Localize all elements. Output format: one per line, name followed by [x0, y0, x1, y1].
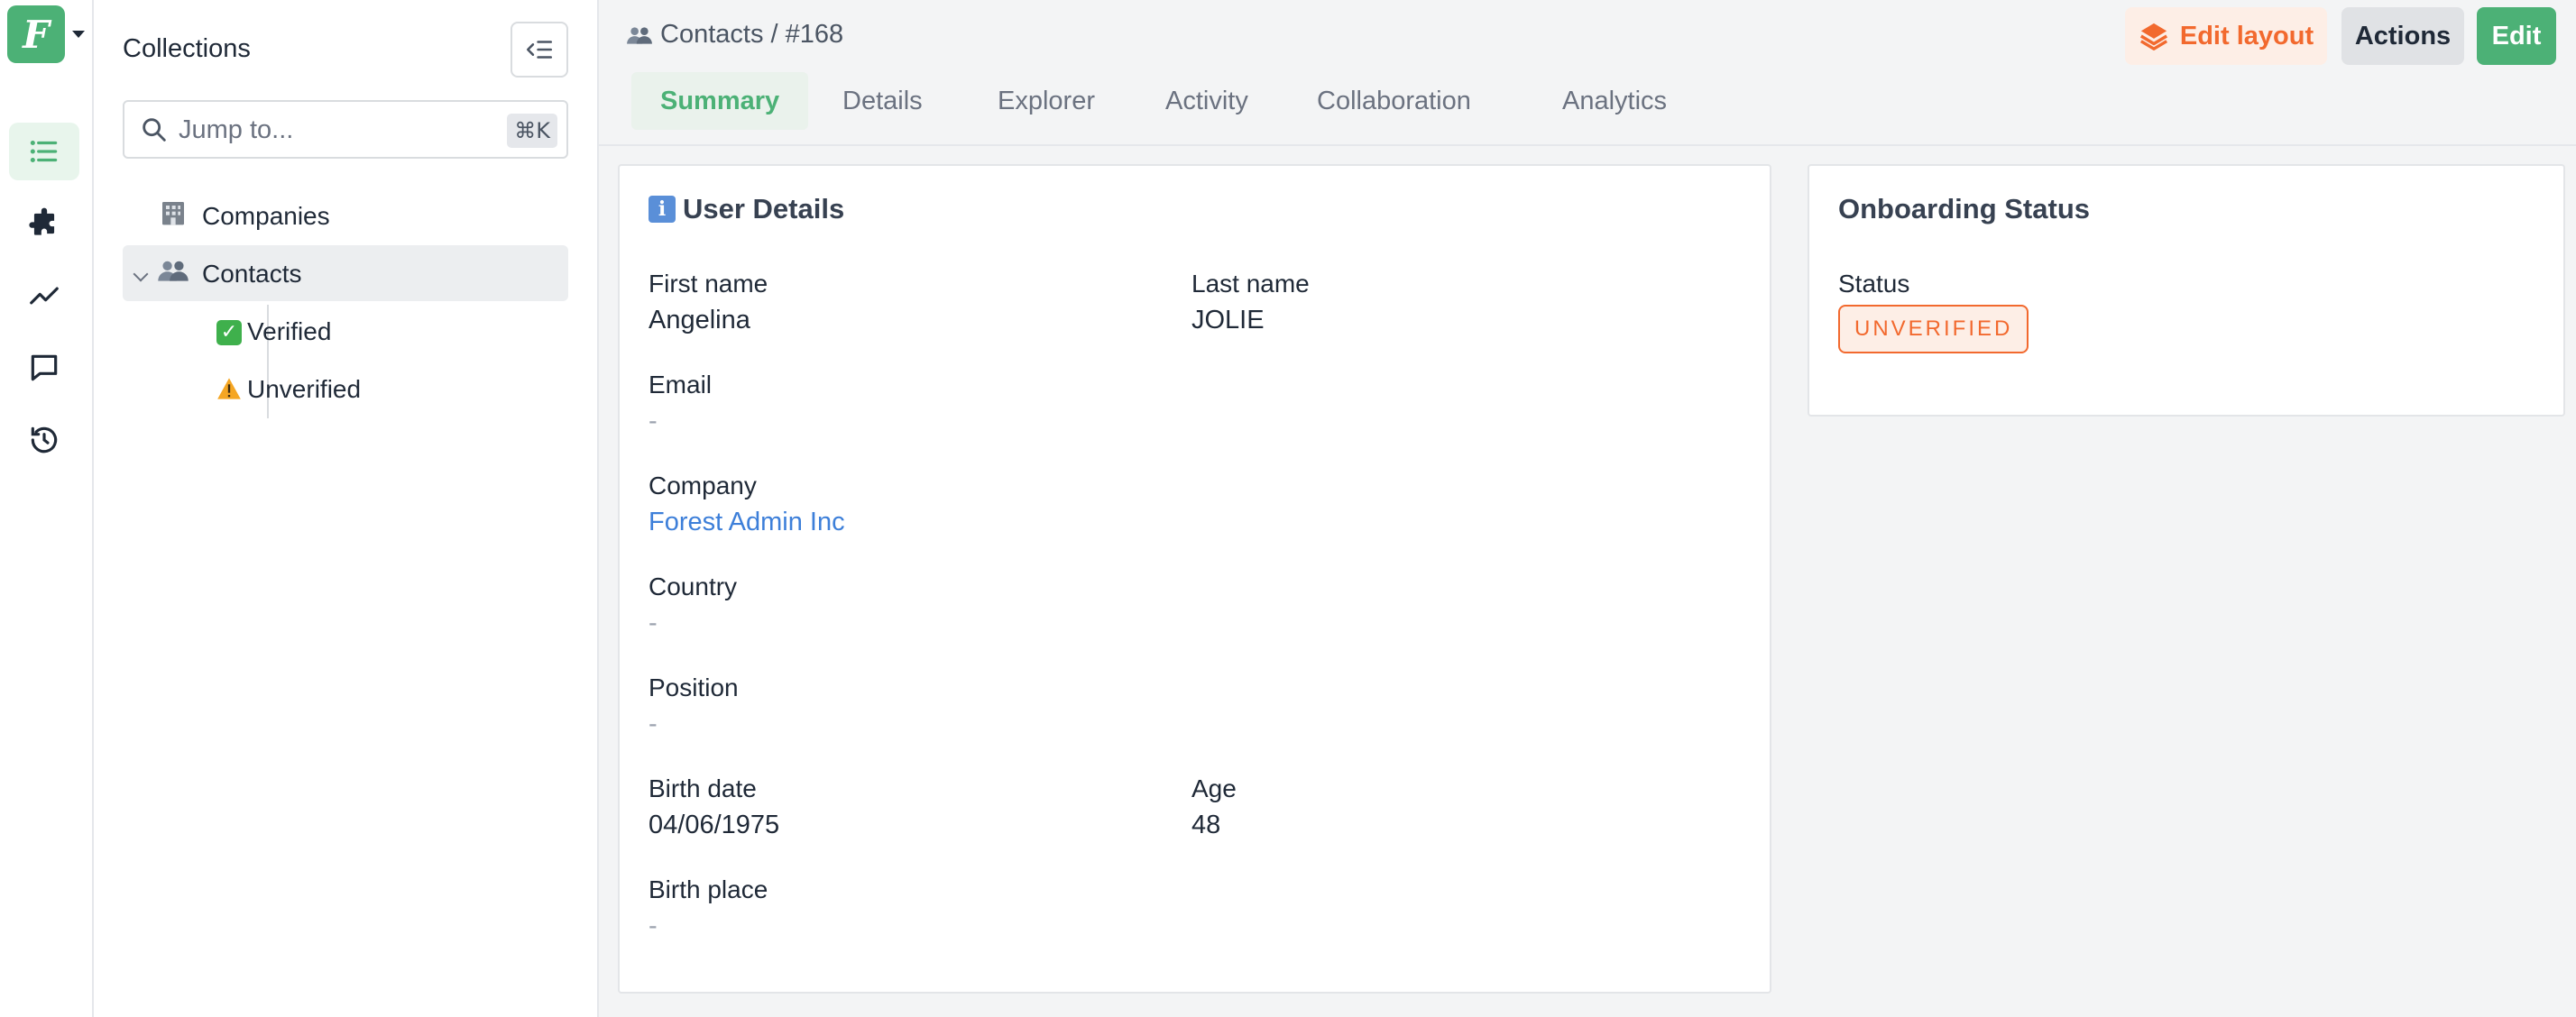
actions-button[interactable]: Actions [2341, 7, 2464, 65]
sidebar-item-companies[interactable]: Companies [123, 188, 568, 243]
search-icon [143, 118, 166, 142]
onboarding-status-card: Onboarding Status Status UNVERIFIED [1808, 164, 2565, 417]
field-first-name: First name Angelina [649, 269, 768, 337]
company-link[interactable]: Forest Admin Inc [649, 505, 845, 539]
card-title-text: Onboarding Status [1838, 193, 2090, 224]
field-label: Age [1191, 774, 1237, 802]
chevron-down-icon[interactable] [133, 266, 149, 282]
sidebar-item-verified[interactable]: ✓ Verified [123, 303, 568, 359]
sidebar-item-label: Contacts [202, 260, 302, 288]
rail-history-button[interactable] [9, 411, 79, 469]
field-value: Angelina [649, 306, 750, 334]
sidebar-title: Collections [123, 34, 251, 63]
edit-button[interactable]: Edit [2477, 7, 2556, 65]
field-label: Company [649, 472, 757, 499]
field-label: Email [649, 371, 713, 399]
logo-letter: F [23, 12, 50, 57]
field-value: 48 [1191, 811, 1221, 839]
jump-to-search[interactable]: ⌘K [123, 100, 568, 159]
sidebar-item-label: Unverified [247, 375, 362, 403]
people-icon [627, 26, 652, 44]
tab-activity[interactable]: Activity [1136, 72, 1277, 130]
field-birth-place: Birth place - [649, 875, 768, 943]
edit-layout-label: Edit layout [2179, 21, 2314, 50]
field-value: JOLIE [1191, 306, 1265, 334]
search-input[interactable] [179, 113, 449, 147]
sidebar-item-contacts[interactable]: Contacts [123, 245, 568, 301]
rail-analytics-button[interactable] [9, 267, 79, 325]
icon-rail: F [0, 0, 94, 1017]
warning-icon [216, 377, 242, 403]
building-icon [159, 198, 188, 236]
list-icon [30, 140, 58, 163]
field-company: Company Forest Admin Inc [649, 471, 845, 539]
status-badge: UNVERIFIED [1838, 305, 2029, 353]
search-shortcut-badge: ⌘K [507, 114, 557, 148]
field-age: Age 48 [1191, 774, 1237, 842]
collapse-sidebar-button[interactable] [511, 22, 568, 78]
field-last-name: Last name JOLIE [1191, 269, 1310, 337]
field-value: - [649, 407, 658, 435]
field-country: Country - [649, 572, 737, 640]
history-icon [31, 426, 58, 454]
sidebar-item-unverified[interactable]: Unverified [123, 361, 568, 417]
user-details-title: i User Details [649, 193, 844, 225]
tab-summary[interactable]: Summary [631, 72, 809, 130]
tab-collaboration[interactable]: Collaboration [1288, 72, 1500, 130]
app-logo[interactable]: F [7, 5, 65, 63]
edit-layout-button[interactable]: Edit layout [2125, 7, 2327, 65]
tab-details[interactable]: Details [814, 72, 952, 130]
sidebar-item-label: Verified [247, 317, 332, 345]
rail-inbox-button[interactable] [9, 339, 79, 397]
field-status: Status UNVERIFIED [1838, 269, 2029, 353]
rail-collections-button[interactable] [9, 123, 79, 180]
field-label: Status [1838, 270, 1910, 298]
breadcrumb-text[interactable]: Contacts / #168 [660, 20, 843, 50]
tab-analytics[interactable]: Analytics [1533, 72, 1696, 130]
user-details-card: i User Details First name Angelina Last … [618, 164, 1771, 994]
field-value: - [649, 609, 658, 637]
field-label: Position [649, 673, 739, 701]
edit-label: Edit [2491, 21, 2542, 50]
field-position: Position - [649, 673, 739, 741]
field-birth-date: Birth date 04/06/1975 [649, 774, 779, 842]
onboarding-title: Onboarding Status [1838, 193, 2090, 225]
chart-line-icon [30, 287, 59, 305]
puzzle-icon [29, 207, 55, 235]
field-value: 04/06/1975 [649, 811, 780, 839]
field-label: Last name [1191, 270, 1310, 298]
tabs-divider [599, 144, 2576, 146]
actions-label: Actions [2354, 21, 2452, 50]
sidebar-item-label: Companies [202, 202, 330, 230]
tab-explorer[interactable]: Explorer [969, 72, 1124, 130]
check-icon: ✓ [216, 317, 242, 345]
layers-icon [2139, 23, 2167, 50]
field-label: First name [649, 270, 768, 298]
workspace-dropdown-caret-icon[interactable] [72, 31, 85, 38]
info-icon: i [649, 196, 676, 223]
breadcrumb: Contacts / #168 [626, 20, 843, 50]
field-value: - [649, 912, 658, 940]
collections-sidebar: Collections ⌘K Companies Contacts ✓ Veri… [94, 0, 599, 1017]
field-label: Country [649, 573, 738, 600]
card-title-text: User Details [683, 193, 845, 224]
people-icon [157, 256, 189, 294]
field-label: Birth date [649, 774, 757, 802]
rail-extensions-button[interactable] [9, 195, 79, 252]
field-value: - [649, 710, 658, 738]
field-label: Birth place [649, 875, 768, 903]
field-email: Email - [649, 370, 712, 438]
collapse-menu-icon [526, 41, 553, 59]
chat-icon [31, 354, 58, 381]
